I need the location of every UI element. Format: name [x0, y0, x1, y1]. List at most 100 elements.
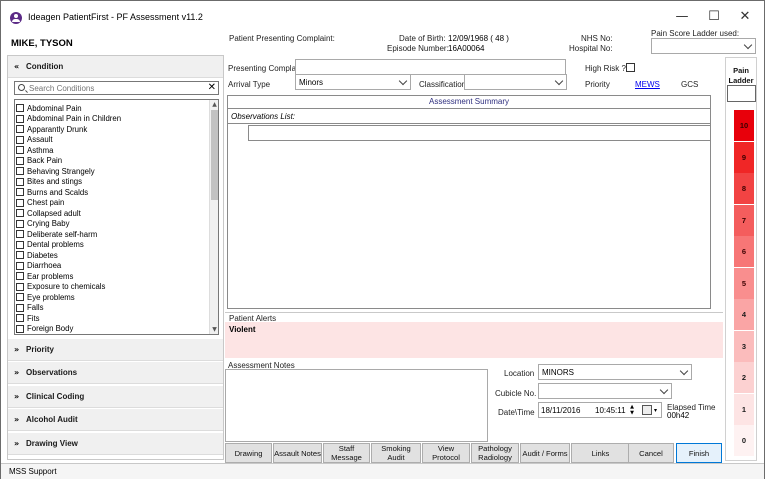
condition-label: Behaving Strangely — [27, 166, 95, 176]
drawing-button[interactable]: Drawing — [225, 443, 272, 463]
staff-message-button[interactable]: Staff Message — [323, 443, 370, 463]
pain-level-10[interactable]: 10 — [734, 110, 754, 141]
section-clinical-coding[interactable]: » Clinical Coding — [8, 386, 223, 408]
pain-ladder-selected-box[interactable] — [727, 85, 756, 102]
condition-checkbox[interactable] — [16, 177, 24, 186]
condition-item[interactable]: Eye problems — [15, 292, 218, 303]
section-drawing-view[interactable]: » Drawing View — [8, 433, 223, 455]
condition-checkbox[interactable] — [16, 135, 24, 144]
scroll-down-icon[interactable]: ▼ — [210, 325, 218, 334]
condition-item[interactable]: Apparantly Drunk — [15, 124, 218, 135]
condition-label: Assault — [27, 135, 53, 145]
pain-level-9[interactable]: 9 — [734, 141, 754, 173]
mews-link[interactable]: MEWS — [635, 80, 660, 89]
condition-checkbox[interactable] — [16, 303, 24, 312]
condition-checkbox[interactable] — [16, 314, 24, 323]
condition-item[interactable]: Bites and stings — [15, 177, 218, 188]
arrival-type-select[interactable]: Minors — [295, 74, 411, 90]
condition-item[interactable]: Dental problems — [15, 240, 218, 251]
condition-item[interactable]: Behaving Strangely — [15, 166, 218, 177]
condition-item[interactable]: Abdominal Pain — [15, 103, 218, 114]
condition-item[interactable]: Diarrhoea — [15, 261, 218, 272]
condition-item[interactable]: Ear problems — [15, 271, 218, 282]
audit-forms-button[interactable]: Audit / Forms — [520, 443, 570, 463]
condition-item[interactable]: Foreign Body — [15, 324, 218, 335]
condition-item[interactable]: Back Pain — [15, 156, 218, 167]
conditions-scrollbar[interactable]: ▲ ▼ — [209, 100, 218, 334]
condition-item[interactable]: Deliberate self-harm — [15, 229, 218, 240]
high-risk-checkbox[interactable] — [626, 63, 635, 72]
condition-item[interactable]: Falls — [15, 303, 218, 314]
pain-score-ladder-select[interactable] — [651, 38, 756, 54]
condition-item[interactable]: Asthma — [15, 145, 218, 156]
pain-level-3[interactable]: 3 — [734, 330, 754, 362]
location-select[interactable]: MINORS — [538, 364, 692, 380]
condition-checkbox[interactable] — [16, 293, 24, 302]
section-priority[interactable]: » Priority — [8, 339, 223, 361]
condition-checkbox[interactable] — [16, 272, 24, 281]
scrollbar-thumb[interactable] — [211, 110, 218, 200]
condition-checkbox[interactable] — [16, 114, 24, 123]
maximize-button[interactable]: ☐ — [700, 7, 728, 27]
condition-checkbox[interactable] — [16, 198, 24, 207]
condition-checkbox[interactable] — [16, 240, 24, 249]
condition-item[interactable]: Chest pain — [15, 198, 218, 209]
minimize-button[interactable]: — — [668, 7, 696, 27]
pain-level-2[interactable]: 2 — [734, 362, 754, 393]
search-conditions-box[interactable]: ✕ — [14, 81, 219, 95]
condition-checkbox[interactable] — [16, 261, 24, 270]
condition-checkbox[interactable] — [16, 146, 24, 155]
assault-notes-button[interactable]: Assault Notes — [273, 443, 322, 463]
pain-level-0[interactable]: 0 — [734, 425, 754, 456]
condition-item[interactable]: Diabetes — [15, 250, 218, 261]
section-alcohol-audit[interactable]: » Alcohol Audit — [8, 409, 223, 431]
pain-level-5[interactable]: 5 — [734, 267, 754, 299]
condition-item[interactable]: Crying Baby — [15, 219, 218, 230]
smoking-audit-button[interactable]: Smoking Audit — [371, 443, 421, 463]
conditions-list[interactable]: Abdominal Pain Abdominal Pain in Children… — [14, 99, 219, 335]
cubicle-select[interactable] — [538, 383, 672, 399]
condition-item[interactable]: Fits — [15, 313, 218, 324]
calendar-dropdown-icon[interactable]: ▾ — [654, 407, 657, 414]
condition-item[interactable]: Abdominal Pain in Children — [15, 114, 218, 125]
date-value: 18/11/2016 — [541, 406, 581, 415]
presenting-complaint-input[interactable] — [295, 59, 566, 75]
condition-item[interactable]: Burns and Scalds — [15, 187, 218, 198]
condition-checkbox[interactable] — [16, 104, 24, 113]
condition-checkbox[interactable] — [16, 230, 24, 239]
condition-section-header[interactable]: « Condition — [8, 56, 223, 78]
links-button[interactable]: Links — [571, 443, 630, 463]
patient-alerts-panel: Patient Alerts Violent — [225, 312, 723, 358]
condition-checkbox[interactable] — [16, 324, 24, 333]
condition-item[interactable]: Exposure to chemicals — [15, 282, 218, 293]
cancel-button[interactable]: Cancel — [628, 443, 674, 463]
classification-select[interactable] — [464, 74, 567, 90]
condition-checkbox[interactable] — [16, 188, 24, 197]
condition-checkbox[interactable] — [16, 156, 24, 165]
finish-button[interactable]: Finish — [676, 443, 722, 463]
datetime-picker[interactable]: 18/11/2016 10:45:11 ▲ ▼ ▾ — [538, 402, 662, 418]
search-conditions-input[interactable] — [29, 83, 201, 94]
condition-checkbox[interactable] — [16, 125, 24, 134]
condition-item[interactable]: Collapsed adult — [15, 208, 218, 219]
pain-level-4[interactable]: 4 — [734, 299, 754, 330]
pain-level-7[interactable]: 7 — [734, 204, 754, 236]
calendar-icon[interactable] — [642, 405, 652, 415]
pain-level-1[interactable]: 1 — [734, 393, 754, 425]
pain-level-6[interactable]: 6 — [734, 236, 754, 267]
condition-checkbox[interactable] — [16, 282, 24, 291]
view-protocol-button[interactable]: View Protocol — [422, 443, 470, 463]
condition-checkbox[interactable] — [16, 219, 24, 228]
pain-level-8[interactable]: 8 — [734, 173, 754, 204]
pathology-radiology-button[interactable]: Pathology Radiology — [471, 443, 519, 463]
condition-checkbox[interactable] — [16, 167, 24, 176]
assessment-notes-textarea[interactable] — [225, 369, 488, 442]
time-spinner[interactable]: ▲ ▼ — [628, 404, 636, 416]
section-observations[interactable]: » Observations — [8, 362, 223, 384]
close-button[interactable]: ✕ — [731, 7, 759, 27]
condition-checkbox[interactable] — [16, 209, 24, 218]
condition-item[interactable]: Assault — [15, 135, 218, 146]
clear-search-icon[interactable]: ✕ — [208, 82, 216, 93]
condition-checkbox[interactable] — [16, 251, 24, 260]
scroll-up-icon[interactable]: ▲ — [210, 100, 218, 109]
